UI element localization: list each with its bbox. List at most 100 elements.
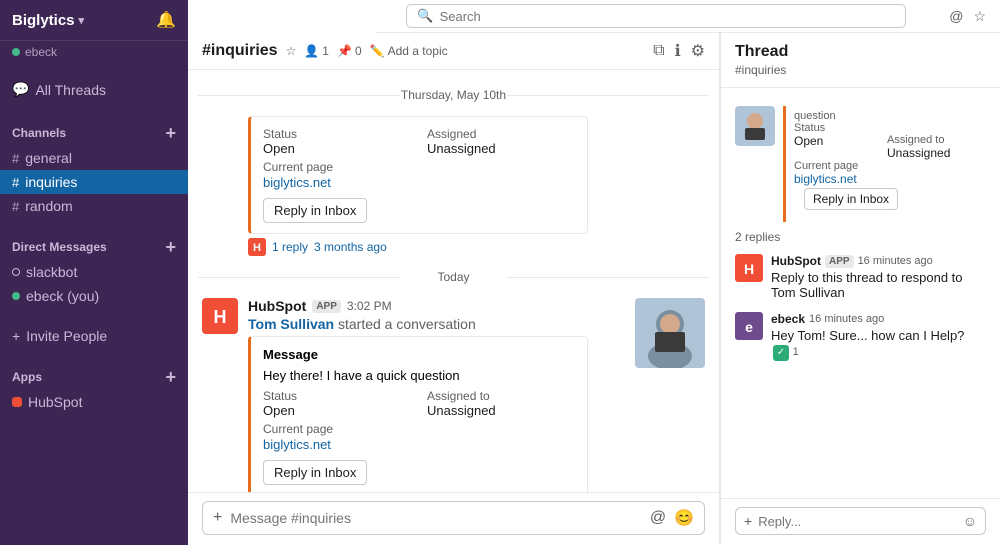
message-intro: Tom Sullivan started a conversation bbox=[248, 316, 625, 332]
copy-icon[interactable]: ⧉ bbox=[653, 42, 664, 60]
header-action-icons: ⧉ ℹ ⚙ bbox=[653, 41, 705, 61]
reply-in-inbox-button-old[interactable]: Reply in Inbox bbox=[263, 198, 367, 223]
thread-photo bbox=[735, 106, 775, 146]
dm-section: Direct Messages + slackbot ebeck (you) bbox=[0, 226, 188, 316]
thread-app-badge: APP bbox=[825, 255, 854, 268]
sidebar: Biglytics ▾ 🔔 ebeck 💬 All Threads Channe… bbox=[0, 0, 188, 545]
emoji-icon[interactable]: 😊 bbox=[674, 508, 694, 528]
current-page-row-new: Current page biglytics.net bbox=[263, 422, 575, 452]
current-page-link-new[interactable]: biglytics.net bbox=[263, 437, 331, 452]
date-divider-old: Thursday, May 10th bbox=[188, 88, 719, 102]
add-topic-link[interactable]: ✏️ Add a topic bbox=[370, 44, 448, 58]
channel-label: random bbox=[25, 198, 72, 214]
message-card-old: Status Open Assigned Unassigned Current … bbox=[248, 116, 588, 234]
thread-plus-icon[interactable]: + bbox=[744, 513, 752, 529]
intro-name-link[interactable]: Tom Sullivan bbox=[248, 316, 334, 332]
notification-bell-icon[interactable]: 🔔 bbox=[156, 10, 176, 30]
reply-in-inbox-button-new[interactable]: Reply in Inbox bbox=[263, 460, 367, 485]
status-dot bbox=[12, 268, 20, 276]
topbar-icons: @ ☆ bbox=[949, 8, 986, 25]
thread-emoji-icon[interactable]: ☺ bbox=[963, 513, 977, 529]
add-channel-button[interactable]: + bbox=[165, 124, 176, 142]
sidebar-user: ebeck bbox=[0, 41, 188, 67]
channel-label: general bbox=[25, 150, 72, 166]
pin-icon: 📌 bbox=[337, 44, 352, 58]
thread-time-1: 16 minutes ago bbox=[858, 255, 933, 267]
settings-icon[interactable]: ⚙ bbox=[691, 41, 705, 61]
current-page-row: Current page biglytics.net bbox=[263, 160, 575, 190]
sidebar-header: Biglytics ▾ 🔔 bbox=[0, 0, 188, 41]
thread-msg-2-content: ebeck 16 minutes ago Hey Tom! Sure... ho… bbox=[771, 312, 986, 361]
members-count: 👤 1 bbox=[304, 44, 329, 58]
channel-title: #inquiries bbox=[202, 42, 278, 60]
username-label: ebeck bbox=[25, 45, 57, 59]
reply-info-old[interactable]: H 1 reply 3 months ago bbox=[248, 238, 705, 256]
sidebar-item-random[interactable]: # random bbox=[0, 194, 188, 218]
thread-time-2: 16 minutes ago bbox=[809, 313, 884, 325]
check-badge: ✓ bbox=[773, 345, 789, 361]
chat-input-box: + @ 😊 bbox=[202, 501, 705, 535]
sidebar-item-general[interactable]: # general bbox=[0, 146, 188, 170]
add-dm-button[interactable]: + bbox=[165, 238, 176, 256]
date-divider-today: Today bbox=[188, 270, 719, 284]
svg-text:H: H bbox=[744, 261, 754, 277]
at-sign-icon[interactable]: @ bbox=[650, 509, 666, 527]
star-icon[interactable]: ☆ bbox=[286, 44, 297, 58]
person-icon: 👤 bbox=[304, 44, 319, 58]
sidebar-item-all-threads[interactable]: 💬 All Threads bbox=[0, 75, 188, 104]
thread-page-link[interactable]: biglytics.net bbox=[794, 172, 857, 186]
channels-header-label: Channels bbox=[12, 126, 66, 140]
app-label: HubSpot bbox=[28, 394, 82, 410]
invite-section: + Invite People bbox=[0, 316, 188, 356]
current-page-link[interactable]: biglytics.net bbox=[263, 175, 331, 190]
thread-card-block: question Status Open Assigned to Unassig… bbox=[721, 98, 1000, 226]
threads-section: 💬 All Threads bbox=[0, 67, 188, 112]
status-dot bbox=[12, 292, 20, 300]
message-old: Status Open Assigned Unassigned Current … bbox=[188, 110, 719, 262]
app-badge: APP bbox=[312, 300, 341, 313]
sidebar-item-inquiries[interactable]: # inquiries bbox=[0, 170, 188, 194]
search-box[interactable]: 🔍 bbox=[406, 4, 906, 28]
svg-text:H: H bbox=[253, 242, 261, 254]
search-input[interactable] bbox=[440, 9, 896, 24]
hash-icon: # bbox=[12, 151, 19, 166]
thread-header: Thread #inquiries bbox=[721, 33, 1000, 88]
svg-text:e: e bbox=[745, 319, 753, 335]
hash-icon: # bbox=[12, 175, 19, 190]
dm-label: ebeck (you) bbox=[26, 288, 99, 304]
card-status-row: Status Open Assigned to Unassigned bbox=[263, 389, 575, 418]
sidebar-item-hubspot[interactable]: HubSpot bbox=[0, 390, 188, 414]
thread-reply-inbox-button[interactable]: Reply in Inbox bbox=[804, 188, 898, 210]
add-app-button[interactable]: + bbox=[165, 368, 176, 386]
hubspot-avatar-thread: H bbox=[735, 254, 763, 282]
assigned-col: Assigned to Unassigned bbox=[427, 389, 575, 418]
at-icon[interactable]: @ bbox=[949, 8, 963, 24]
star-icon[interactable]: ☆ bbox=[973, 8, 986, 25]
search-icon: 🔍 bbox=[417, 8, 433, 24]
sender-name: HubSpot bbox=[248, 298, 306, 314]
plus-icon[interactable]: + bbox=[213, 509, 222, 527]
hubspot-avatar: H bbox=[202, 298, 238, 334]
apps-header-label: Apps bbox=[12, 370, 42, 384]
thread-body: question Status Open Assigned to Unassig… bbox=[721, 88, 1000, 498]
ebeck-avatar-thread: e bbox=[735, 312, 763, 340]
channel-label: inquiries bbox=[25, 174, 77, 190]
thread-reply-input[interactable] bbox=[758, 514, 957, 529]
pins-count: 📌 0 bbox=[337, 44, 362, 58]
replies-count: 2 replies bbox=[721, 226, 1000, 248]
thread-panel: Thread #inquiries question Statu bbox=[720, 33, 1000, 545]
sidebar-item-slackbot[interactable]: slackbot bbox=[0, 260, 188, 284]
chat-input[interactable] bbox=[230, 510, 641, 526]
topbar: 🔍 @ ☆ bbox=[376, 0, 1000, 33]
info-icon[interactable]: ℹ bbox=[675, 41, 681, 61]
all-threads-label: All Threads bbox=[35, 82, 106, 98]
workspace-name[interactable]: Biglytics ▾ bbox=[12, 12, 84, 29]
dm-header: Direct Messages + bbox=[0, 234, 188, 260]
sidebar-item-ebeck[interactable]: ebeck (you) bbox=[0, 284, 188, 308]
message-sender: HubSpot APP 3:02 PM bbox=[248, 298, 625, 314]
message-time: 3:02 PM bbox=[347, 299, 392, 313]
thread-sender-1: HubSpot bbox=[771, 254, 821, 268]
thread-card-grid: Open Assigned to Unassigned bbox=[794, 134, 978, 160]
sidebar-item-invite[interactable]: + Invite People bbox=[0, 324, 188, 348]
thread-current-page: Current page biglytics.net bbox=[794, 160, 978, 186]
